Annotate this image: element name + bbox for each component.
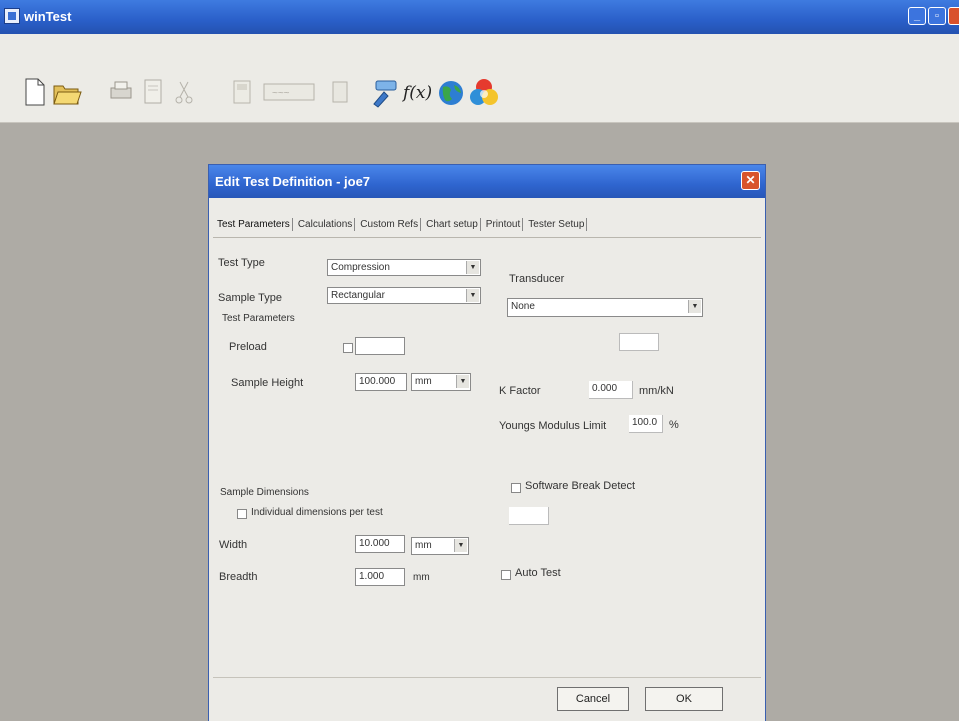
breadth-unit: mm bbox=[413, 572, 430, 583]
transducer-label: Transducer bbox=[509, 273, 565, 285]
test-type-value: Compression bbox=[331, 262, 390, 273]
svg-text:~~~: ~~~ bbox=[272, 88, 290, 99]
auto-test-label: Auto Test bbox=[515, 567, 561, 579]
tab-tester-setup[interactable]: Tester Setup bbox=[526, 218, 588, 231]
individual-dimensions-label: Individual dimensions per test bbox=[251, 507, 383, 518]
function-icon[interactable]: f(x) bbox=[402, 78, 434, 106]
width-unit-select[interactable]: mm ▼ bbox=[411, 537, 469, 555]
dialog-titlebar: Edit Test Definition - joe7 ✕ bbox=[209, 165, 765, 198]
transducer-select[interactable]: None ▼ bbox=[507, 298, 703, 317]
gauge-icon[interactable] bbox=[230, 78, 254, 106]
save-icon[interactable] bbox=[330, 78, 350, 106]
sample-height-unit: mm bbox=[415, 376, 432, 387]
chevron-down-icon: ▼ bbox=[466, 261, 479, 274]
dialog-close-button[interactable]: ✕ bbox=[741, 171, 760, 190]
print-icon[interactable] bbox=[108, 78, 134, 104]
chevron-down-icon: ▼ bbox=[456, 375, 469, 388]
calibrate-icon[interactable]: ~~~ bbox=[262, 78, 316, 106]
sample-dimensions-heading: Sample Dimensions bbox=[220, 487, 309, 498]
tools-icon[interactable] bbox=[370, 78, 400, 108]
app-titlebar: winTest _ ▫ bbox=[0, 0, 959, 34]
cancel-button[interactable]: Cancel bbox=[557, 687, 629, 711]
page-icon[interactable] bbox=[142, 78, 164, 106]
sample-type-value: Rectangular bbox=[331, 290, 385, 301]
auto-test-checkbox[interactable] bbox=[501, 570, 511, 580]
tab-chart-setup[interactable]: Chart setup bbox=[424, 218, 481, 231]
divider bbox=[213, 677, 761, 678]
k-factor-unit: mm/kN bbox=[639, 385, 674, 397]
test-type-label: Test Type bbox=[218, 257, 265, 269]
preload-input[interactable] bbox=[355, 337, 405, 355]
youngs-modulus-label: Youngs Modulus Limit bbox=[499, 420, 607, 432]
tab-custom-refs[interactable]: Custom Refs bbox=[358, 218, 422, 231]
width-label: Width bbox=[219, 539, 248, 551]
breadth-input[interactable]: 1.000 bbox=[355, 568, 405, 586]
test-parameters-heading: Test Parameters bbox=[222, 313, 295, 324]
width-input[interactable]: 10.000 bbox=[355, 535, 405, 553]
breadth-label: Breadth bbox=[219, 571, 258, 583]
width-unit: mm bbox=[415, 540, 432, 551]
software-break-label: Software Break Detect bbox=[525, 480, 636, 492]
cut-icon[interactable] bbox=[172, 78, 196, 106]
tab-calculations[interactable]: Calculations bbox=[296, 218, 356, 231]
youngs-modulus-unit: % bbox=[669, 419, 679, 431]
close-window-button[interactable] bbox=[948, 7, 959, 25]
sample-height-label: Sample Height bbox=[231, 377, 304, 389]
toolbar: ~~~ f(x) bbox=[0, 34, 959, 123]
new-file-icon[interactable] bbox=[24, 78, 46, 106]
tab-printout[interactable]: Printout bbox=[484, 218, 524, 231]
software-break-input[interactable] bbox=[509, 507, 549, 525]
tab-test-parameters[interactable]: Test Parameters bbox=[215, 218, 293, 231]
edit-test-definition-dialog: Edit Test Definition - joe7 ✕ Test Param… bbox=[208, 164, 766, 721]
ok-button[interactable]: OK bbox=[645, 687, 723, 711]
sample-height-unit-select[interactable]: mm ▼ bbox=[411, 373, 471, 391]
sample-type-label: Sample Type bbox=[218, 292, 283, 304]
transducer-value: None bbox=[511, 301, 535, 312]
youngs-modulus-input[interactable]: 100.0 bbox=[629, 415, 663, 433]
tab-bar: Test Parameters Calculations Custom Refs Ch… bbox=[215, 218, 590, 236]
preload-label: Preload bbox=[229, 341, 267, 353]
sample-height-input[interactable]: 100.000 bbox=[355, 373, 407, 391]
open-folder-icon[interactable] bbox=[52, 78, 82, 106]
dialog-title: Edit Test Definition - joe7 bbox=[215, 174, 371, 189]
chevron-down-icon: ▼ bbox=[466, 289, 479, 302]
app-icon bbox=[4, 8, 20, 24]
color-wheel-icon[interactable] bbox=[468, 78, 500, 108]
minimize-button[interactable]: _ bbox=[908, 7, 926, 25]
globe-icon[interactable] bbox=[436, 78, 466, 108]
preload-checkbox[interactable] bbox=[343, 343, 353, 353]
transducer-value-input[interactable] bbox=[619, 333, 659, 351]
individual-dimensions-checkbox[interactable] bbox=[237, 509, 247, 519]
sample-type-select[interactable]: Rectangular ▼ bbox=[327, 287, 481, 304]
test-type-select[interactable]: Compression ▼ bbox=[327, 259, 481, 276]
chevron-down-icon: ▼ bbox=[688, 300, 701, 313]
k-factor-label: K Factor bbox=[499, 385, 541, 397]
software-break-checkbox[interactable] bbox=[511, 483, 521, 493]
app-title: winTest bbox=[24, 9, 72, 24]
maximize-button[interactable]: ▫ bbox=[928, 7, 946, 25]
chevron-down-icon: ▼ bbox=[454, 539, 467, 552]
svg-text:f(x): f(x) bbox=[402, 83, 432, 103]
k-factor-input[interactable]: 0.000 bbox=[589, 381, 633, 399]
